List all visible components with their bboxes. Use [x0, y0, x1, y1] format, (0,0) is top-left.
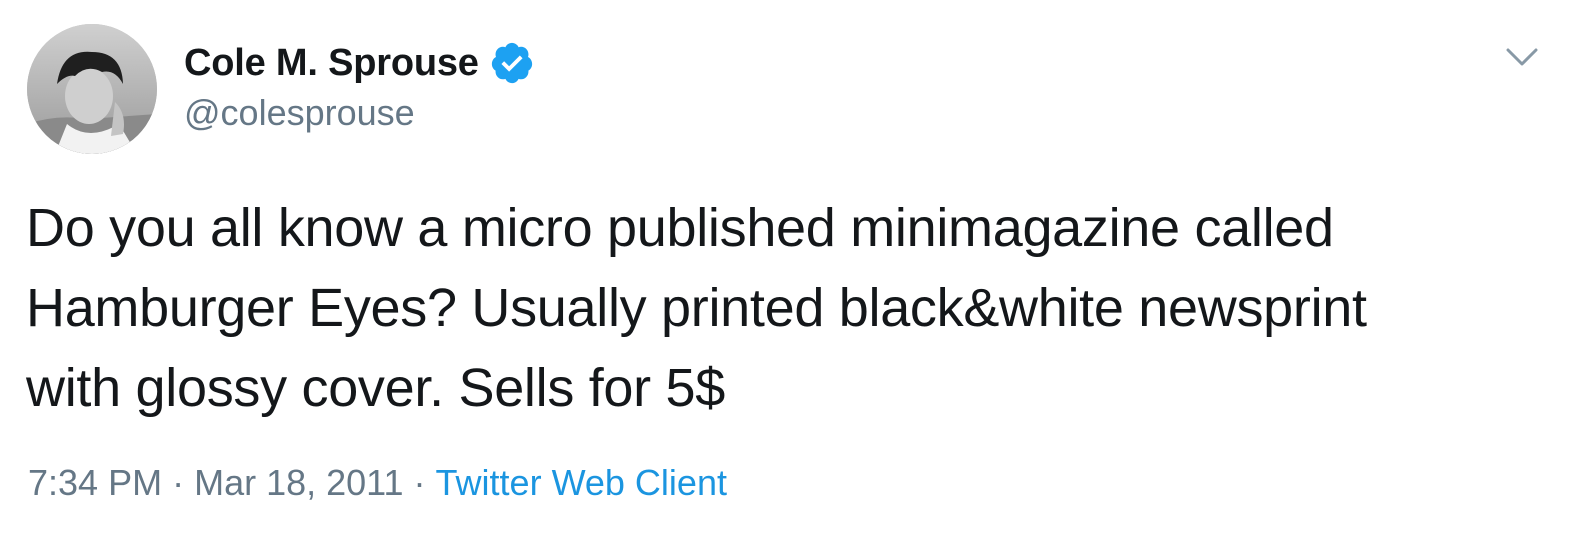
- tweet-card: Cole M. Sprouse @colesprouse Do you all …: [0, 0, 1576, 546]
- meta-separator: ·: [172, 462, 185, 503]
- avatar-image: [27, 24, 157, 154]
- verified-badge-icon: [489, 40, 535, 86]
- tweet-text: Do you all know a micro published minima…: [26, 188, 1556, 428]
- tweet-text-line: Do you all know a micro published minima…: [26, 198, 1334, 258]
- tweet-text-line: Hamburger Eyes? Usually printed black&wh…: [26, 278, 1367, 338]
- name-row: Cole M. Sprouse: [184, 38, 535, 88]
- tweet-source-link[interactable]: Twitter Web Client: [436, 462, 727, 503]
- meta-separator: ·: [413, 462, 426, 503]
- user-info: Cole M. Sprouse @colesprouse: [184, 38, 535, 134]
- avatar[interactable]: [27, 24, 157, 154]
- tweet-time[interactable]: 7:34 PM: [28, 462, 162, 503]
- tweet-meta: 7:34 PM · Mar 18, 2011 · Twitter Web Client: [28, 462, 727, 504]
- tweet-text-line: with glossy cover. Sells for 5$: [26, 358, 726, 418]
- display-name[interactable]: Cole M. Sprouse: [184, 42, 479, 85]
- user-handle[interactable]: @colesprouse: [184, 92, 535, 134]
- chevron-down-icon[interactable]: [1502, 42, 1542, 72]
- tweet-date[interactable]: Mar 18, 2011: [194, 462, 403, 503]
